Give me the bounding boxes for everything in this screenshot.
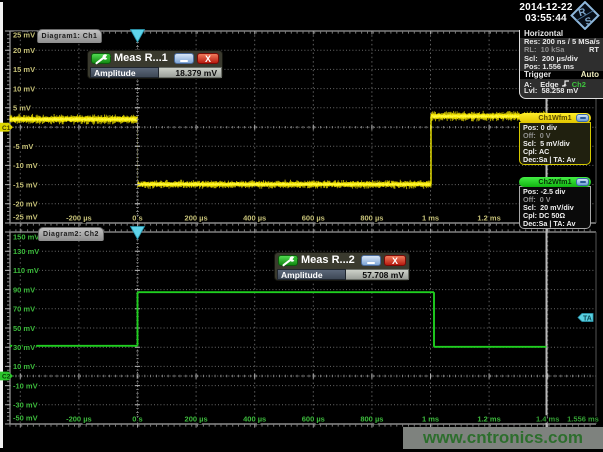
svg-text:1.2 ms: 1.2 ms — [477, 415, 500, 424]
svg-text:-5 mV: -5 mV — [13, 142, 33, 151]
svg-text:50 mV: 50 mV — [13, 324, 35, 333]
svg-text:10 mV: 10 mV — [13, 362, 35, 371]
svg-text:C2: C2 — [2, 374, 11, 381]
svg-text:-10 mV: -10 mV — [13, 161, 38, 170]
svg-text:TA: TA — [583, 316, 592, 323]
svg-text:1 ms: 1 ms — [422, 415, 439, 424]
svg-text:400 µs: 400 µs — [243, 415, 266, 424]
svg-text:70 mV: 70 mV — [13, 305, 35, 314]
svg-text:10 mV: 10 mV — [13, 84, 35, 93]
svg-text:1.4 ms: 1.4 ms — [536, 415, 559, 424]
svg-text:1.2 ms: 1.2 ms — [477, 214, 500, 223]
svg-text:1 ms: 1 ms — [422, 214, 439, 223]
svg-text:800 µs: 800 µs — [360, 214, 383, 223]
svg-text:400 µs: 400 µs — [243, 214, 266, 223]
svg-text:200 µs: 200 µs — [185, 415, 208, 424]
svg-text:600 µs: 600 µs — [302, 415, 325, 424]
svg-text:-30 mV: -30 mV — [13, 401, 38, 410]
svg-text:0 s: 0 s — [132, 214, 142, 223]
svg-text:130 mV: 130 mV — [13, 247, 39, 256]
svg-text:-20 mV: -20 mV — [13, 200, 38, 209]
svg-text:200 µs: 200 µs — [185, 214, 208, 223]
svg-text:25 mV: 25 mV — [13, 31, 35, 40]
svg-text:0 s: 0 s — [132, 415, 142, 424]
svg-text:90 mV: 90 mV — [13, 285, 35, 294]
svg-text:150 mV: 150 mV — [13, 233, 39, 242]
svg-text:-200 µs: -200 µs — [66, 415, 92, 424]
svg-text:110 mV: 110 mV — [13, 266, 39, 275]
svg-text:-200 µs: -200 µs — [66, 214, 92, 223]
svg-text:-15 mV: -15 mV — [13, 180, 38, 189]
svg-text:800 µs: 800 µs — [360, 415, 383, 424]
svg-text:-25 mV: -25 mV — [13, 213, 38, 222]
svg-text:15 mV: 15 mV — [13, 65, 35, 74]
svg-text:C1: C1 — [2, 125, 11, 132]
svg-text:600 µs: 600 µs — [302, 214, 325, 223]
svg-text:20 mV: 20 mV — [13, 46, 35, 55]
svg-text:-50 mV: -50 mV — [13, 414, 38, 423]
svg-text:30 mV: 30 mV — [13, 343, 35, 352]
svg-text:5 mV: 5 mV — [13, 104, 31, 113]
svg-text:1.556 ms: 1.556 ms — [567, 415, 599, 424]
svg-text:-10 mV: -10 mV — [13, 381, 38, 390]
